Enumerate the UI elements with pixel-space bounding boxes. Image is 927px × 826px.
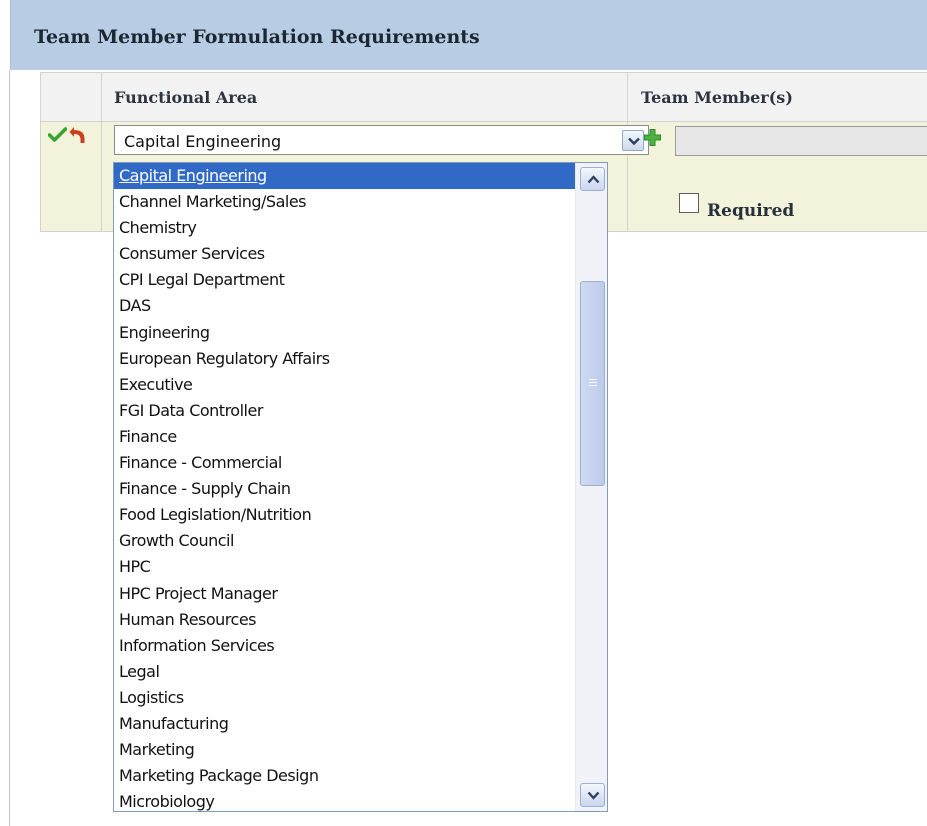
dropdown-option[interactable]: European Regulatory Affairs xyxy=(114,346,576,372)
dropdown-option[interactable]: HPC xyxy=(114,554,576,580)
check-icon[interactable] xyxy=(48,127,67,142)
undo-icon[interactable] xyxy=(69,126,86,144)
dropdown-option[interactable]: Human Resources xyxy=(114,607,576,633)
dropdown-option[interactable]: Legal xyxy=(114,659,576,685)
dropdown-option[interactable]: Food Legislation/Nutrition xyxy=(114,502,576,528)
dropdown-option[interactable]: Chemistry xyxy=(114,215,576,241)
chevron-down-icon xyxy=(628,137,640,146)
dropdown-option[interactable]: CPI Legal Department xyxy=(114,267,576,293)
dropdown-option[interactable]: Engineering xyxy=(114,320,576,346)
dropdown-option[interactable]: Finance xyxy=(114,424,576,450)
column-separator xyxy=(101,73,102,121)
dropdown-option[interactable]: Logistics xyxy=(114,685,576,711)
scroll-down-button[interactable] xyxy=(580,783,605,807)
dropdown-option[interactable]: Executive xyxy=(114,372,576,398)
functional-area-select[interactable]: Capital Engineering xyxy=(114,125,649,155)
dropdown-options: Capital Engineering Channel Marketing/Sal… xyxy=(114,163,576,811)
dropdown-option[interactable]: Finance - Supply Chain xyxy=(114,476,576,502)
dropdown-option[interactable]: HPC Project Manager xyxy=(114,581,576,607)
dropdown-option[interactable]: Marketing xyxy=(114,737,576,763)
column-separator xyxy=(627,73,628,121)
panel-header: Team Member Formulation Requirements xyxy=(10,0,927,70)
required-label: Required xyxy=(707,201,795,221)
chevron-down-icon xyxy=(587,791,600,800)
functional-area-value: Capital Engineering xyxy=(124,132,282,151)
team-member-input[interactable] xyxy=(675,126,927,156)
functional-area-dropdown-list[interactable]: Capital Engineering Channel Marketing/Sal… xyxy=(113,162,608,812)
dropdown-option[interactable]: DAS xyxy=(114,293,576,319)
column-header-functional-area[interactable]: Functional Area xyxy=(114,88,257,107)
combo-dropdown-button[interactable] xyxy=(622,130,644,151)
dropdown-option[interactable]: Finance - Commercial xyxy=(114,450,576,476)
grid-border xyxy=(9,70,10,826)
column-separator xyxy=(101,122,102,231)
dropdown-option[interactable]: Channel Marketing/Sales xyxy=(114,189,576,215)
dropdown-option[interactable]: Growth Council xyxy=(114,528,576,554)
scrollbar[interactable] xyxy=(575,163,607,811)
dropdown-option[interactable]: Microbiology xyxy=(114,789,576,811)
dropdown-option[interactable]: Marketing Package Design xyxy=(114,763,576,789)
plus-icon[interactable] xyxy=(644,129,661,146)
dropdown-option[interactable]: Consumer Services xyxy=(114,241,576,267)
dropdown-option[interactable]: Information Services xyxy=(114,633,576,659)
column-header-team-members[interactable]: Team Member(s) xyxy=(641,88,793,107)
dropdown-option[interactable]: Capital Engineering xyxy=(114,163,576,190)
dropdown-option[interactable]: Manufacturing xyxy=(114,711,576,737)
dropdown-option[interactable]: FGI Data Controller xyxy=(114,398,576,424)
scroll-up-button[interactable] xyxy=(580,167,605,191)
grip-icon xyxy=(589,379,597,387)
chevron-up-icon xyxy=(587,175,600,184)
grid-header: Functional Area Team Member(s) xyxy=(40,72,927,122)
scroll-thumb[interactable] xyxy=(580,281,605,486)
required-checkbox[interactable] xyxy=(679,193,699,213)
panel-title: Team Member Formulation Requirements xyxy=(34,26,480,48)
